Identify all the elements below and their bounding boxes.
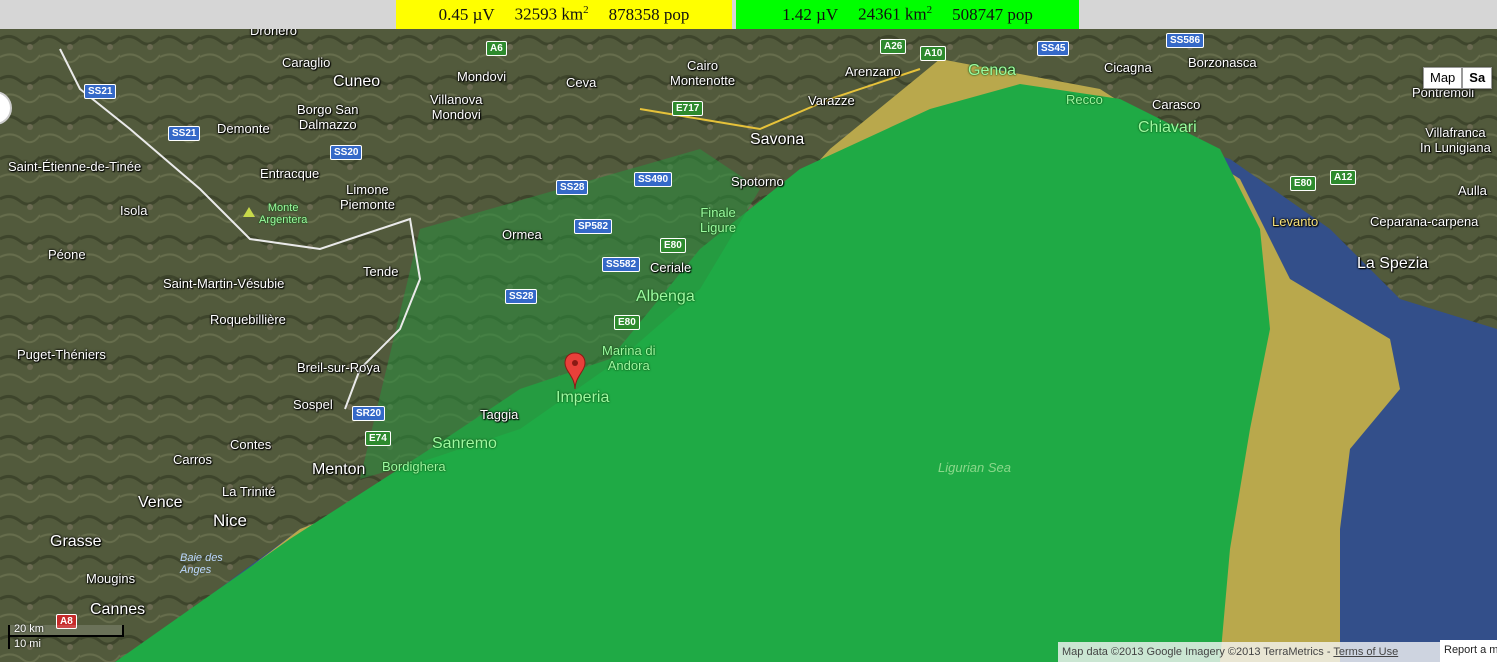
legend-bar: 0.45 µV 32593 km2 878358 pop 1.42 µV 243… [0, 0, 1497, 29]
road-a12: A12 [1330, 170, 1357, 185]
place-tende: Tende [363, 264, 399, 279]
road-sr20: SR20 [352, 406, 386, 421]
place-cicagna: Cicagna [1104, 60, 1152, 75]
place-recco: Recco [1066, 92, 1103, 107]
place-la-trinite: La Trinité [222, 484, 276, 499]
legend-green-area: 24361 km2 [858, 4, 933, 24]
place-monte-argentera: Monte Argentera [259, 202, 308, 226]
road-ss21-b: SS21 [168, 126, 201, 141]
legend-yellow-contour: 0.45 µV 32593 km2 878358 pop [396, 0, 732, 29]
road-ss20: SS20 [330, 145, 363, 160]
legend-yellow-signal: 0.45 µV [438, 4, 495, 24]
road-ss28-a: SS28 [556, 180, 589, 195]
place-limone-piemonte: Limone Piemonte [340, 182, 395, 212]
road-e80-b: E80 [660, 238, 686, 253]
place-savona: Savona [750, 131, 805, 148]
place-carasco: Carasco [1152, 97, 1201, 112]
place-ceva: Ceva [566, 75, 597, 90]
place-arenzano: Arenzano [845, 64, 901, 79]
mountain-peak-icon [243, 207, 255, 217]
map-pin-icon[interactable] [564, 352, 586, 390]
road-ss586: SS586 [1166, 33, 1205, 48]
place-borzonasca: Borzonasca [1188, 55, 1257, 70]
place-borgo-san-dalmazzo: Borgo San Dalmazzo [297, 102, 359, 132]
place-cannes: Cannes [90, 601, 146, 618]
road-e80-c: E80 [614, 315, 640, 330]
legend-yellow-area: 32593 km2 [514, 4, 589, 24]
scale-bar: 20 km 10 mi [8, 623, 124, 650]
road-e74: E74 [365, 431, 391, 446]
road-sp582: SP582 [574, 219, 613, 234]
place-aulla: Aulla [1458, 183, 1487, 198]
road-ss45: SS45 [1037, 41, 1070, 56]
satellite-button[interactable]: Sa [1462, 67, 1493, 89]
road-a6: A6 [486, 41, 507, 56]
road-a26: A26 [880, 39, 907, 54]
satellite-map[interactable]: Dronero Caraglio Cuneo Mondovi Ceva Cair… [0, 29, 1497, 662]
place-peone: Péone [48, 247, 86, 262]
legend-yellow-pop: 878358 pop [608, 4, 690, 24]
place-albenga: Albenga [636, 288, 695, 305]
map-attribution: Map data ©2013 Google Imagery ©2013 Terr… [1058, 642, 1444, 662]
place-carros: Carros [173, 452, 213, 467]
place-sospel: Sospel [293, 397, 333, 412]
place-caraglio: Caraglio [282, 55, 331, 70]
place-contes: Contes [230, 437, 272, 452]
place-grasse: Grasse [50, 533, 102, 550]
terms-of-use-link[interactable]: Terms of Use [1333, 646, 1398, 658]
place-demonte: Demonte [217, 121, 270, 136]
place-puget-theniers: Puget-Théniers [17, 347, 106, 362]
place-finale-ligure: Finale Ligure [700, 205, 737, 235]
place-taggia: Taggia [480, 407, 519, 422]
place-nice: Nice [213, 511, 248, 530]
place-isola: Isola [120, 203, 148, 218]
place-ceparana-carpena: Ceparana-carpena [1370, 214, 1479, 229]
road-ss582: SS582 [602, 257, 641, 272]
place-bordighera: Bordighera [382, 459, 446, 474]
road-ss21-a: SS21 [84, 84, 117, 99]
place-dronero: Dronero [250, 29, 297, 38]
legend-green-signal: 1.42 µV [782, 4, 839, 24]
road-e80-a: E80 [1290, 176, 1316, 191]
place-cairo-montenotte: Cairo Montenotte [670, 58, 736, 88]
place-vence: Vence [138, 494, 183, 511]
place-breil-sur-roya: Breil-sur-Roya [297, 360, 381, 375]
scale-imperial-label: 10 mi [14, 638, 41, 650]
place-menton: Menton [312, 461, 366, 478]
report-map-error-link[interactable]: Report a m [1440, 640, 1497, 662]
place-sanremo: Sanremo [432, 435, 497, 452]
place-ceriale: Ceriale [650, 260, 692, 275]
road-ss28-b: SS28 [505, 289, 538, 304]
scale-metric-label: 20 km [14, 623, 44, 635]
place-mougins: Mougins [86, 571, 136, 586]
place-saint-etienne: Saint-Étienne-de-Tinée [8, 159, 142, 174]
road-e717: E717 [672, 101, 704, 116]
place-levanto: Levanto [1272, 214, 1319, 229]
place-spotorno: Spotorno [731, 174, 784, 189]
place-villanova-mondovi: Villanova Mondovi [430, 92, 483, 122]
place-imperia: Imperia [556, 389, 610, 406]
place-la-spezia: La Spezia [1357, 255, 1429, 272]
place-mondovi: Mondovi [457, 69, 507, 84]
place-saint-martin-vesubie: Saint-Martin-Vésubie [163, 276, 285, 291]
place-entracque: Entracque [260, 166, 320, 181]
legend-green-pop: 508747 pop [952, 4, 1033, 24]
attribution-text: Map data ©2013 Google Imagery ©2013 Terr… [1062, 646, 1334, 658]
place-marina-di-andora: Marina di Andora [602, 343, 656, 373]
place-ormea: Ormea [502, 227, 542, 242]
place-cuneo: Cuneo [333, 73, 381, 90]
place-chiavari: Chiavari [1138, 119, 1197, 136]
place-ligurian-sea: Ligurian Sea [938, 460, 1011, 475]
legend-green-contour: 1.42 µV 24361 km2 508747 pop [736, 0, 1079, 29]
map-button[interactable]: Map [1423, 67, 1463, 89]
place-roquebilliere: Roquebillière [210, 312, 286, 327]
place-baie-des-anges: Baie des Anges [180, 552, 223, 576]
place-varazze: Varazze [808, 93, 855, 108]
road-ss490: SS490 [634, 172, 673, 187]
map-type-control: Map Sa [1423, 67, 1493, 89]
place-genoa: Genoa [968, 62, 1017, 79]
place-villafranca: Villafranca In Lunigiana [1420, 125, 1491, 155]
road-a10: A10 [920, 46, 947, 61]
